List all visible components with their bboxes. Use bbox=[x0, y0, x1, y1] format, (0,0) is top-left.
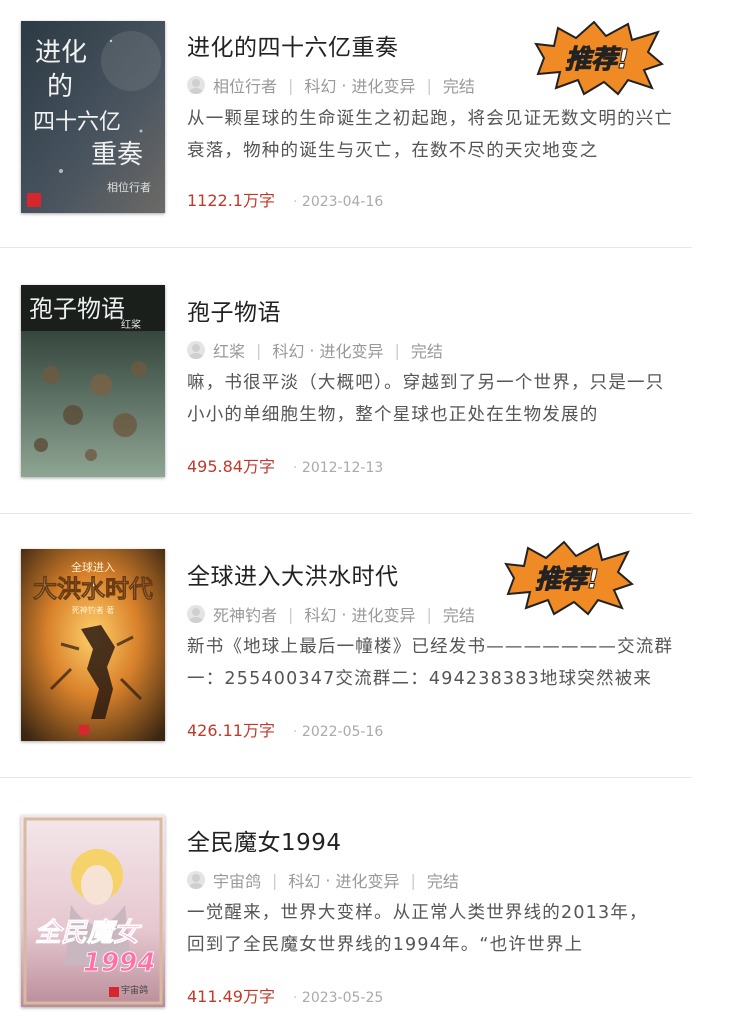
author-link[interactable]: 相位行者 bbox=[213, 73, 277, 97]
meta-separator: | bbox=[394, 340, 400, 360]
divider bbox=[0, 247, 692, 248]
update-date: 2023-04-16 bbox=[293, 194, 383, 210]
subcategory-link[interactable]: 进化变异 bbox=[320, 338, 384, 362]
svg-text:1994: 1994 bbox=[83, 948, 155, 978]
svg-text:宇宙鸽: 宇宙鸽 bbox=[121, 984, 148, 996]
avatar-icon bbox=[187, 605, 205, 623]
book-description: 新书《地球上最后一幢楼》已经发书———————交流群一：255400347交流群… bbox=[187, 637, 674, 689]
book-item: 全民魔女 1994 宇宙鸽 全民魔女1994 宇宙鸽 | 科幻 · 进化变异 |… bbox=[0, 796, 692, 1024]
meta-separator: | bbox=[288, 75, 294, 95]
book-title[interactable]: 全球进入大洪水时代 bbox=[187, 557, 399, 591]
book-stats: 1122.1万字 2023-04-16 bbox=[187, 187, 383, 211]
book-cover[interactable]: 进化 的 四十六亿 重奏 相位行者 bbox=[21, 21, 165, 213]
book-item: 全球进入 大洪水时代 死神钓者 著 全球进入大洪水时代 推荐! 死神钓者 | 科… bbox=[0, 530, 692, 778]
word-count: 426.11万字 bbox=[187, 721, 275, 740]
book-title[interactable]: 进化的四十六亿重奏 bbox=[187, 28, 399, 62]
subcategory-link[interactable]: 进化变异 bbox=[336, 868, 400, 892]
badge-label: 推荐! bbox=[535, 565, 599, 595]
subcategory-link[interactable]: 进化变异 bbox=[352, 602, 416, 626]
book-description: 嘛，书很平淡（大概吧）。穿越到了另一个世界，只是一只小小的单细胞生物，整个星球也… bbox=[187, 373, 665, 425]
divider bbox=[0, 513, 692, 514]
meta-separator: | bbox=[288, 604, 294, 624]
update-date: 2022-05-16 bbox=[293, 724, 383, 740]
book-stats: 411.49万字 2023-05-25 bbox=[187, 983, 383, 1007]
book-item: 孢子物语 红桨 孢子物语 红桨 | 科幻 · 进化变异 | 完结 嘛，书很平淡（… bbox=[0, 266, 692, 514]
svg-text:死神钓者 著: 死神钓者 著 bbox=[72, 605, 115, 615]
recommend-badge: 推荐! bbox=[534, 18, 664, 96]
meta-separator: | bbox=[426, 604, 432, 624]
subcategory-link[interactable]: 进化变异 bbox=[352, 73, 416, 97]
category-link[interactable]: 科幻 bbox=[304, 73, 336, 97]
meta-dot: · bbox=[341, 75, 347, 95]
badge-shape: 推荐! bbox=[534, 20, 664, 96]
svg-text:的: 的 bbox=[47, 72, 73, 102]
update-date: 2023-05-25 bbox=[293, 990, 383, 1006]
meta-separator: | bbox=[272, 870, 278, 890]
badge-label: 推荐! bbox=[565, 45, 629, 75]
category-link[interactable]: 科幻 bbox=[304, 602, 336, 626]
cover-image: 全民魔女 1994 宇宙鸽 bbox=[21, 815, 165, 1007]
cover-image: 孢子物语 红桨 bbox=[21, 285, 165, 477]
book-description: 一觉醒来，世界大变样。从正常人类世界线的2013年，回到了全民魔女世界线的199… bbox=[187, 903, 648, 955]
meta-dot: · bbox=[341, 604, 347, 624]
update-date: 2012-12-13 bbox=[293, 460, 383, 476]
status-text: 完结 bbox=[426, 872, 459, 891]
book-meta: 宇宙鸽 | 科幻 · 进化变异 | 完结 bbox=[187, 868, 459, 892]
book-description: 从一颗星球的生命诞生之初起跑，将会见证无数文明的兴亡衰落，物种的诞生与灭亡，在数… bbox=[187, 109, 674, 161]
word-count: 411.49万字 bbox=[187, 987, 275, 1006]
book-title[interactable]: 全民魔女1994 bbox=[187, 823, 342, 857]
book-cover[interactable]: 孢子物语 红桨 bbox=[21, 285, 165, 477]
svg-text:进化: 进化 bbox=[35, 38, 87, 68]
badge-shape: 推荐! bbox=[504, 540, 634, 616]
meta-dot: · bbox=[309, 340, 315, 360]
book-cover[interactable]: 全民魔女 1994 宇宙鸽 bbox=[21, 815, 165, 1007]
cover-image: 全球进入 大洪水时代 死神钓者 著 bbox=[21, 549, 165, 741]
book-stats: 426.11万字 2022-05-16 bbox=[187, 717, 383, 741]
author-link[interactable]: 红桨 bbox=[213, 338, 245, 362]
svg-text:全球进入: 全球进入 bbox=[71, 560, 115, 574]
book-meta: 死神钓者 | 科幻 · 进化变异 | 完结 bbox=[187, 602, 475, 626]
meta-dot: · bbox=[325, 870, 331, 890]
meta-separator: | bbox=[256, 340, 262, 360]
word-count: 495.84万字 bbox=[187, 457, 275, 476]
book-item: 进化 的 四十六亿 重奏 相位行者 进化的四十六亿重奏 推荐! 相位行者 | 科… bbox=[0, 0, 692, 248]
avatar-icon bbox=[187, 341, 205, 359]
book-meta: 红桨 | 科幻 · 进化变异 | 完结 bbox=[187, 338, 443, 362]
book-stats: 495.84万字 2012-12-13 bbox=[187, 453, 383, 477]
status-text: 完结 bbox=[442, 606, 475, 625]
recommend-badge: 推荐! bbox=[504, 538, 634, 616]
meta-separator: | bbox=[410, 870, 416, 890]
svg-text:红桨: 红桨 bbox=[121, 318, 141, 331]
author-link[interactable]: 死神钓者 bbox=[213, 602, 277, 626]
svg-text:孢子物语: 孢子物语 bbox=[29, 295, 125, 323]
svg-text:四十六亿: 四十六亿 bbox=[33, 110, 121, 135]
author-link[interactable]: 宇宙鸽 bbox=[213, 868, 261, 892]
category-link[interactable]: 科幻 bbox=[288, 868, 320, 892]
svg-text:重奏: 重奏 bbox=[91, 140, 143, 170]
cover-image: 进化 的 四十六亿 重奏 相位行者 bbox=[21, 21, 165, 213]
category-link[interactable]: 科幻 bbox=[272, 338, 304, 362]
meta-separator: | bbox=[426, 75, 432, 95]
svg-text:全民魔女: 全民魔女 bbox=[35, 918, 143, 948]
avatar-icon bbox=[187, 871, 205, 889]
status-text: 完结 bbox=[442, 77, 475, 96]
svg-text:相位行者: 相位行者 bbox=[107, 180, 151, 194]
book-title[interactable]: 孢子物语 bbox=[187, 293, 281, 327]
word-count: 1122.1万字 bbox=[187, 191, 275, 210]
status-text: 完结 bbox=[410, 342, 443, 361]
book-meta: 相位行者 | 科幻 · 进化变异 | 完结 bbox=[187, 73, 475, 97]
divider bbox=[0, 777, 692, 778]
svg-text:大洪水时代: 大洪水时代 bbox=[33, 575, 153, 603]
book-cover[interactable]: 全球进入 大洪水时代 死神钓者 著 bbox=[21, 549, 165, 741]
avatar-icon bbox=[187, 76, 205, 94]
